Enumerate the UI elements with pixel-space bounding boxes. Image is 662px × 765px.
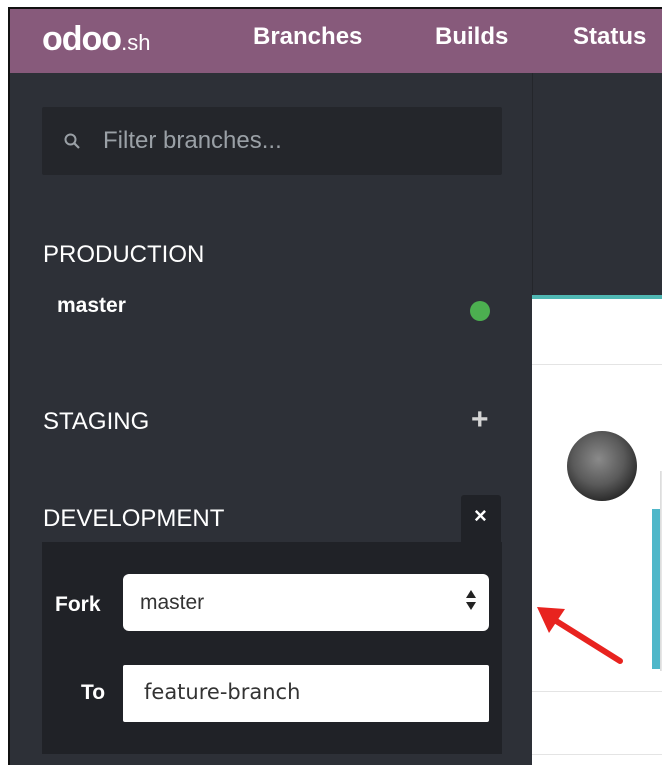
red-annotation-arrow (537, 607, 623, 664)
content-divider (532, 364, 662, 365)
content-divider (532, 691, 662, 692)
section-development-title: DEVELOPMENT (43, 505, 225, 532)
branch-header-panel (532, 73, 662, 295)
fork-source-value: master (140, 591, 205, 614)
select-arrows-icon (466, 590, 476, 610)
fork-label: Fork (55, 593, 101, 616)
close-icon[interactable]: × (474, 503, 487, 529)
user-avatar[interactable] (567, 431, 637, 501)
plus-icon[interactable]: + (471, 405, 489, 435)
app-window: odoo.sh Branches Builds Status Filter br… (8, 7, 662, 765)
branch-item-master[interactable]: master (57, 294, 126, 318)
section-production-title: PRODUCTION (43, 241, 205, 268)
new-branch-name-value: feature-branch (144, 680, 301, 704)
section-staging-title: STAGING (43, 408, 150, 435)
nav-builds[interactable]: Builds (435, 23, 508, 51)
branch-status-dot (470, 301, 490, 321)
nav-branches[interactable]: Branches (253, 23, 362, 51)
odoo-sh-logo[interactable]: odoo.sh (42, 20, 150, 59)
top-navbar: odoo.sh Branches Builds Status (10, 9, 662, 73)
nav-status[interactable]: Status (573, 23, 646, 51)
branch-accent-bar (532, 295, 662, 299)
search-placeholder: Filter branches... (103, 127, 282, 154)
search-icon (64, 133, 80, 149)
content-divider (532, 754, 662, 755)
timeline-marker (652, 509, 660, 669)
to-label: To (81, 681, 106, 704)
